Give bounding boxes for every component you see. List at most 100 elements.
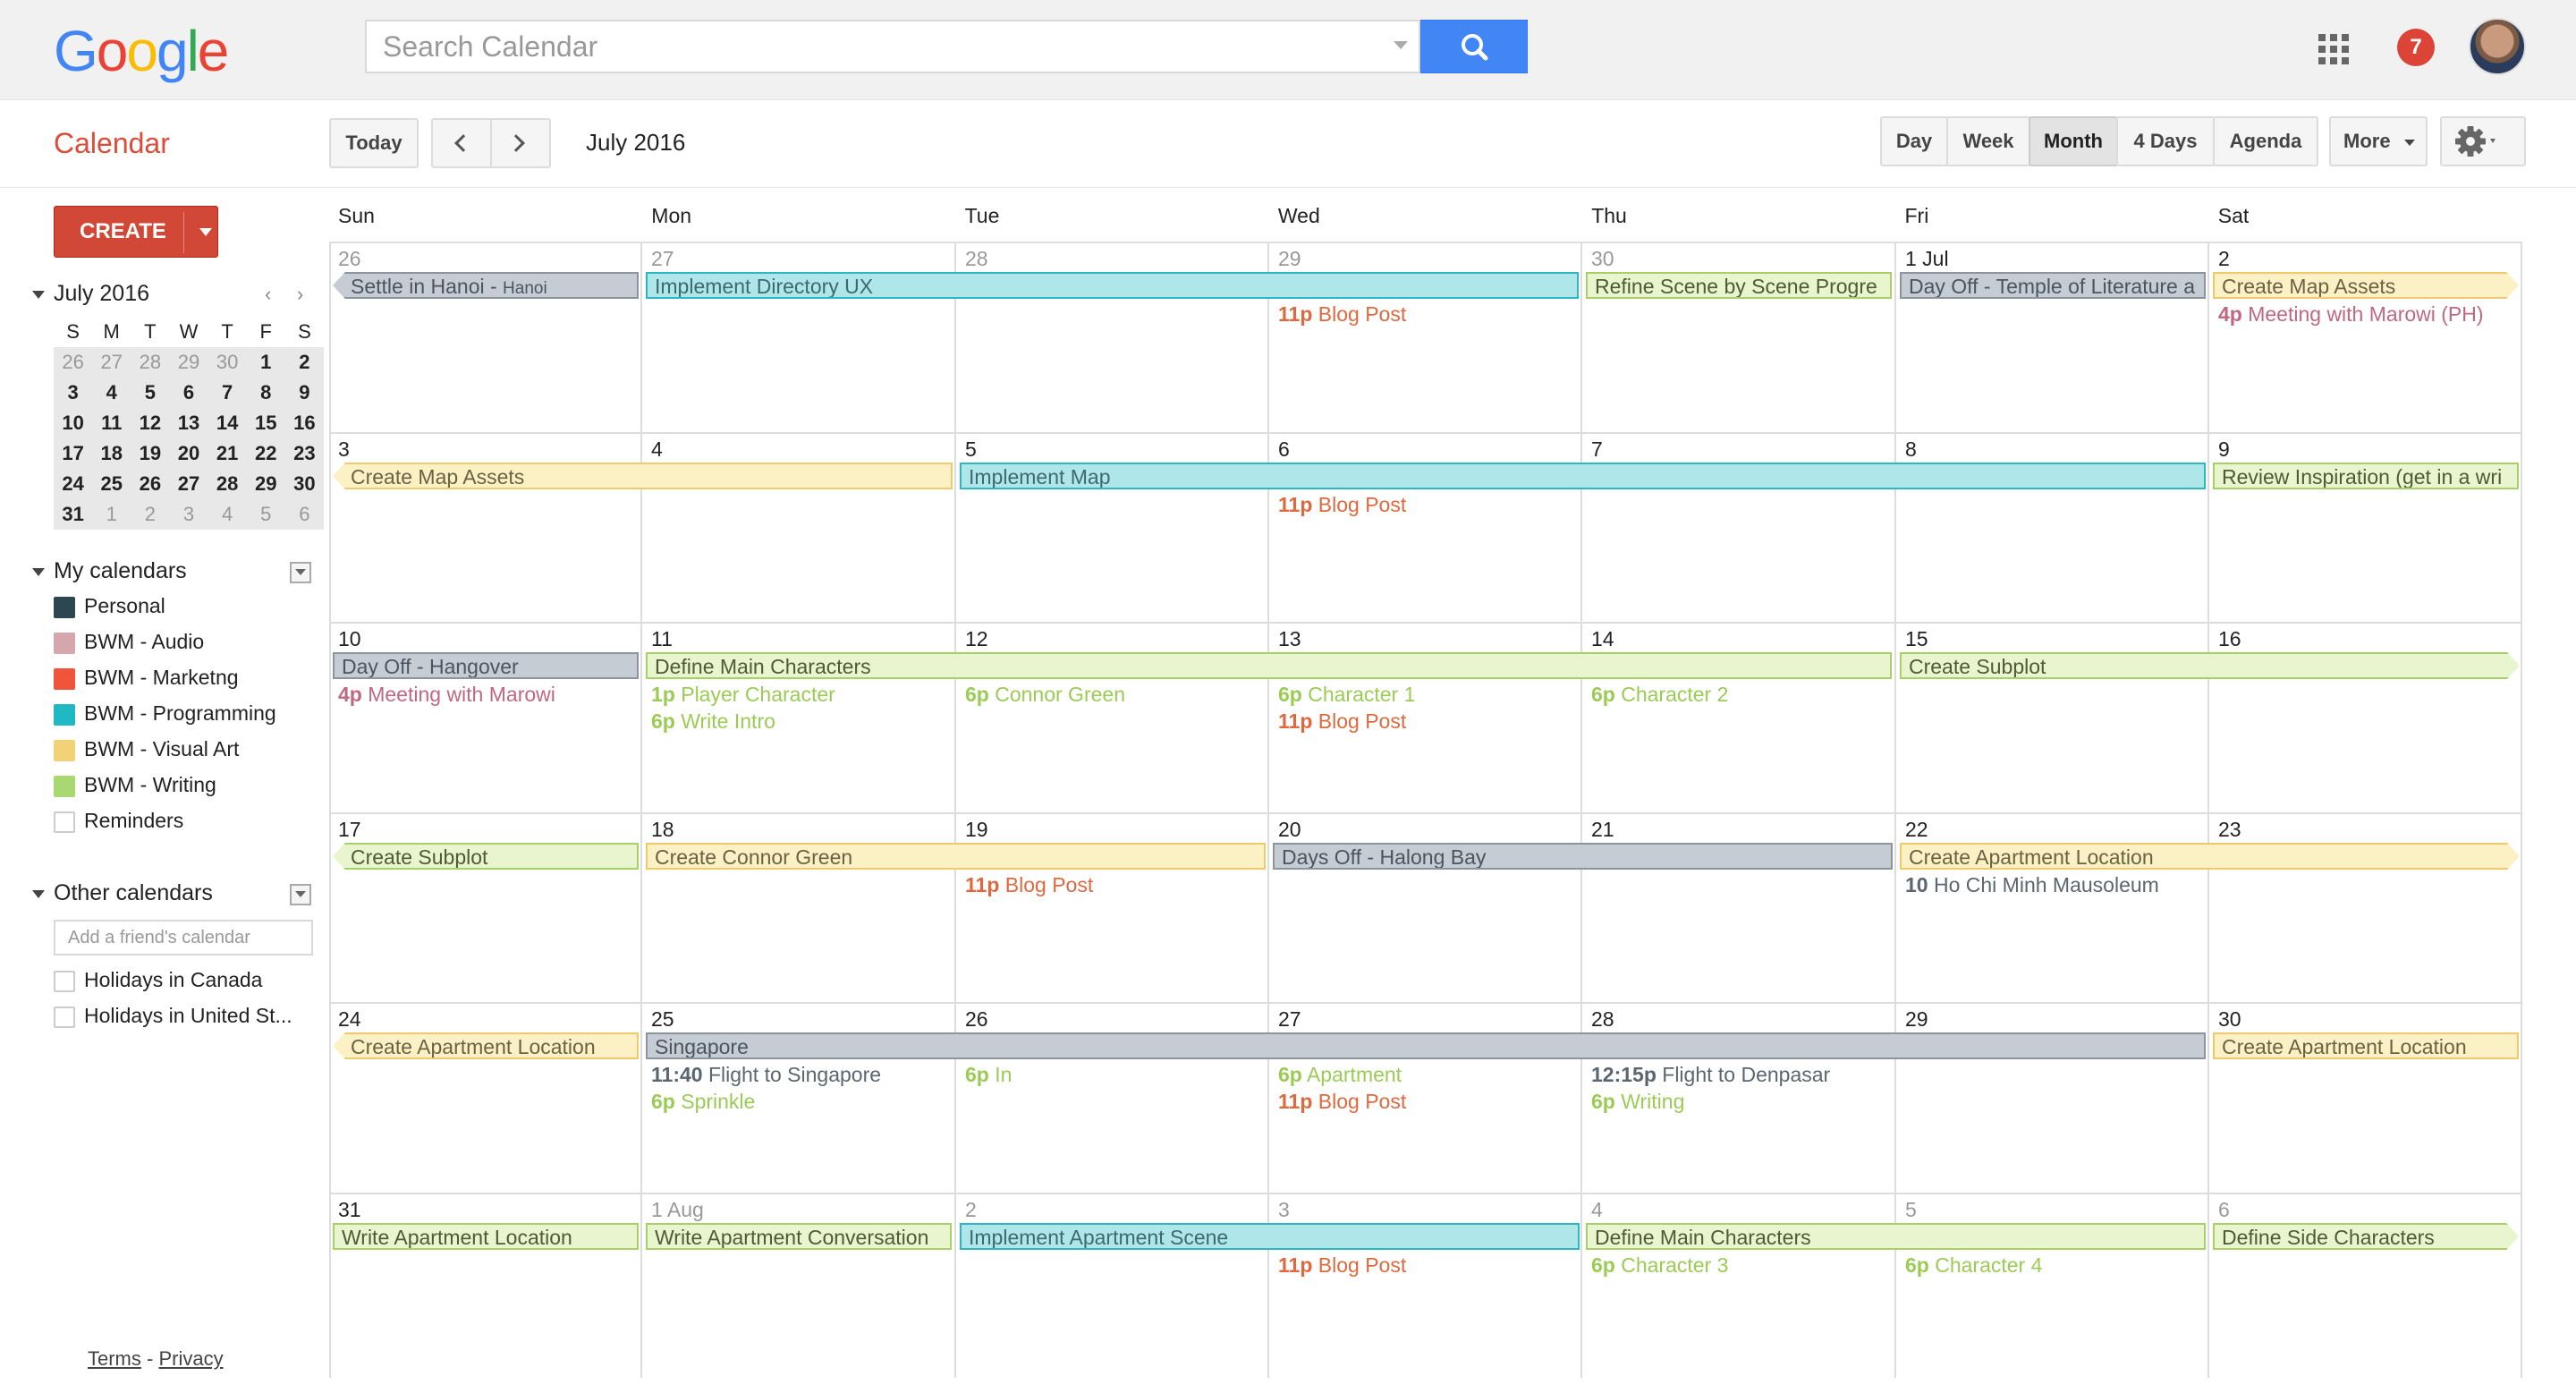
timed-event[interactable]: 6p Character 3 — [1591, 1253, 1728, 1278]
collapse-icon[interactable] — [32, 290, 45, 299]
day-number[interactable]: 6 — [1278, 437, 1290, 462]
mini-day[interactable]: 27 — [92, 347, 131, 378]
view-week-button[interactable]: Week — [1946, 116, 2030, 166]
apps-grid-icon[interactable] — [2318, 34, 2349, 64]
all-day-event[interactable]: Create Apartment Location — [333, 1032, 639, 1059]
all-day-event[interactable]: Create Subplot — [333, 843, 639, 870]
mini-calendar-title[interactable]: July 2016 — [32, 281, 149, 307]
calendar-item[interactable]: BWM - Programming — [54, 700, 276, 726]
timed-event[interactable]: 6p Writing — [1591, 1090, 1684, 1114]
all-day-event[interactable]: Define Side Characters — [2213, 1223, 2519, 1250]
day-number[interactable]: 9 — [2218, 437, 2230, 462]
timed-event[interactable]: 11p Blog Post — [1278, 493, 1406, 517]
mini-day[interactable]: 22 — [246, 438, 285, 469]
timed-event[interactable]: 6p Write Intro — [651, 709, 775, 734]
collapse-icon[interactable] — [32, 567, 45, 576]
google-logo[interactable]: Google — [54, 18, 229, 84]
mini-day[interactable]: 1 — [246, 347, 285, 378]
view-day-button[interactable]: Day — [1880, 116, 1948, 166]
day-number[interactable]: 20 — [1278, 818, 1301, 842]
all-day-event[interactable]: Day Off - Hangover — [333, 652, 639, 679]
my-calendars-menu-icon[interactable] — [290, 562, 311, 583]
timed-event[interactable]: 4p Meeting with Marowi — [338, 683, 555, 707]
mini-day[interactable]: 31 — [54, 499, 93, 530]
day-number[interactable]: 29 — [1905, 1007, 1928, 1032]
calendar-color-swatch[interactable] — [54, 970, 75, 992]
all-day-event[interactable]: Create Map Assets — [2213, 272, 2519, 299]
all-day-event[interactable]: Refine Scene by Scene Progre — [1586, 272, 1892, 299]
all-day-event[interactable]: Create Apartment Location — [1900, 843, 2520, 870]
collapse-icon[interactable] — [32, 889, 45, 898]
timed-event[interactable]: 12:15p Flight to Denpasar — [1591, 1063, 1830, 1087]
mini-day[interactable]: 17 — [54, 438, 93, 469]
mini-day[interactable]: 14 — [208, 408, 247, 438]
mini-day[interactable]: 30 — [208, 347, 247, 378]
day-number[interactable]: 4 — [651, 437, 663, 462]
mini-day[interactable]: 1 — [92, 499, 131, 530]
day-number[interactable]: 17 — [338, 818, 361, 842]
all-day-event[interactable]: Create Subplot — [1900, 652, 2520, 679]
mini-day[interactable]: 4 — [92, 378, 131, 408]
mini-day[interactable]: 10 — [54, 408, 93, 438]
timed-event[interactable]: 6p Apartment — [1278, 1063, 1402, 1087]
timed-event[interactable]: 4p Meeting with Marowi (PH) — [2218, 302, 2484, 327]
view-agenda-button[interactable]: Agenda — [2213, 116, 2318, 166]
prev-button[interactable] — [433, 120, 492, 166]
day-number[interactable]: 19 — [965, 818, 988, 842]
all-day-event[interactable]: Implement Map — [960, 463, 2206, 489]
day-number[interactable]: 22 — [1905, 818, 1928, 842]
mini-prev-icon[interactable]: ‹ — [265, 283, 271, 306]
avatar[interactable] — [2469, 18, 2526, 75]
all-day-event[interactable]: Settle in Hanoi - Hanoi — [333, 272, 639, 299]
calendar-item[interactable]: BWM - Writing — [54, 771, 216, 798]
calendar-item[interactable]: Personal — [54, 592, 165, 619]
day-number[interactable]: 30 — [2218, 1007, 2241, 1032]
timed-event[interactable]: 11p Blog Post — [965, 873, 1093, 897]
mini-day[interactable]: 3 — [169, 499, 208, 530]
mini-day[interactable]: 29 — [246, 469, 285, 499]
notification-badge[interactable]: 7 — [2397, 29, 2435, 66]
timed-event[interactable]: 10 Ho Chi Minh Mausoleum — [1905, 873, 2159, 897]
timed-event[interactable]: 6p Sprinkle — [651, 1090, 755, 1114]
other-calendars-menu-icon[interactable] — [290, 884, 311, 905]
day-number[interactable]: 12 — [965, 627, 988, 651]
day-number[interactable]: 29 — [1278, 247, 1301, 271]
all-day-event[interactable]: Define Main Characters — [646, 652, 1892, 679]
terms-link[interactable]: Terms — [88, 1347, 141, 1370]
privacy-link[interactable]: Privacy — [158, 1347, 223, 1370]
mini-day[interactable]: 3 — [54, 378, 93, 408]
all-day-event[interactable]: Create Apartment Location — [2213, 1032, 2519, 1059]
mini-day[interactable]: 12 — [131, 408, 170, 438]
day-number[interactable]: 5 — [965, 437, 977, 462]
day-number[interactable]: 16 — [2218, 627, 2241, 651]
all-day-event[interactable]: Implement Directory UX — [646, 272, 1579, 299]
calendar-color-swatch[interactable] — [54, 632, 75, 654]
timed-event[interactable]: 6p Character 4 — [1905, 1253, 2042, 1278]
day-number[interactable]: 3 — [1278, 1198, 1290, 1222]
all-day-event[interactable]: Day Off - Temple of Literature a — [1900, 272, 2206, 299]
other-calendars-header[interactable]: Other calendars — [32, 880, 213, 906]
calendar-item[interactable]: BWM - Marketng — [54, 664, 239, 691]
day-number[interactable]: 15 — [1905, 627, 1928, 651]
day-number[interactable]: 27 — [1278, 1007, 1301, 1032]
create-dropdown-icon[interactable] — [199, 228, 212, 236]
timed-event[interactable]: 6p Character 1 — [1278, 683, 1415, 707]
calendar-color-swatch[interactable] — [54, 811, 75, 833]
mini-day[interactable]: 24 — [54, 469, 93, 499]
other-calendar-item[interactable]: Holidays in United St... — [54, 1002, 292, 1029]
calendar-color-swatch[interactable] — [54, 775, 75, 797]
mini-day[interactable]: 4 — [208, 499, 247, 530]
day-number[interactable]: 25 — [651, 1007, 674, 1032]
day-number[interactable]: 1 Jul — [1905, 247, 1949, 271]
all-day-event[interactable]: Days Off - Halong Bay — [1273, 843, 1893, 870]
timed-event[interactable]: 11p Blog Post — [1278, 1253, 1406, 1278]
day-number[interactable]: 11 — [651, 627, 673, 651]
mini-day[interactable]: 2 — [284, 347, 324, 378]
calendar-color-swatch[interactable] — [54, 1006, 75, 1028]
day-number[interactable]: 28 — [965, 247, 988, 271]
mini-day[interactable]: 7 — [208, 378, 247, 408]
mini-day[interactable]: 25 — [92, 469, 131, 499]
mini-day[interactable]: 16 — [284, 408, 324, 438]
day-number[interactable]: 26 — [965, 1007, 988, 1032]
search-options-icon[interactable] — [1394, 41, 1408, 49]
